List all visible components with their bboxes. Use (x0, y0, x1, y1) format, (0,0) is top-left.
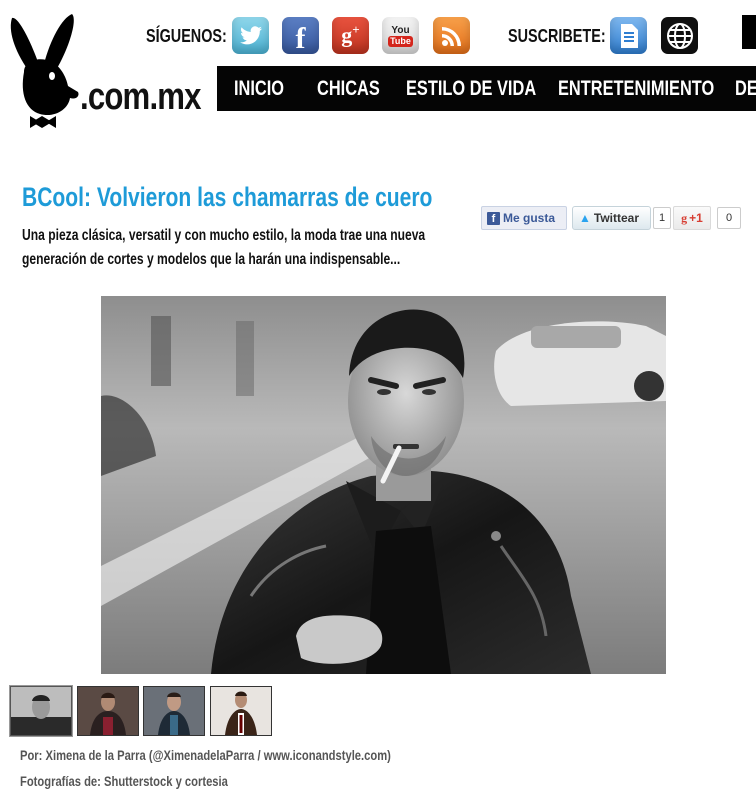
nav-item-more[interactable]: DE (735, 66, 756, 111)
google-plus-one-label: +1 (689, 211, 703, 225)
tweet-button[interactable]: ▲ Twittear (572, 206, 651, 230)
twitter-icon[interactable] (232, 17, 269, 54)
gallery-thumbnail-1[interactable] (10, 686, 72, 736)
photo-credit: Fotografías de: Shutterstock y cortesia (20, 773, 228, 789)
subscribe-label: SUSCRIBETE: (508, 26, 606, 46)
follow-label: SÍGUENOS: (146, 26, 227, 46)
facebook-like-button[interactable]: f Me gusta (481, 206, 567, 230)
tweet-label: Twittear (593, 211, 640, 225)
nav-item-entretenimiento[interactable]: ENTRETENIMIENTO (558, 66, 714, 111)
main-nav: INICIO CHICAS ESTILO DE VIDA ENTRETENIMI… (217, 66, 756, 111)
bunny-logo-icon (10, 14, 79, 128)
nav-item-inicio[interactable]: INICIO (234, 66, 284, 111)
facebook-like-icon: f (487, 211, 500, 225)
facebook-icon[interactable]: f (282, 17, 319, 55)
rss-icon[interactable] (433, 17, 470, 54)
gallery-thumbnail-2[interactable] (77, 686, 139, 736)
article-summary: Una pieza clásica, versatil y con mucho … (22, 227, 426, 268)
nav-item-estilo-de-vida[interactable]: ESTILO DE VIDA (406, 66, 536, 111)
logo-domain-text: .com.mx (80, 76, 202, 118)
web-icon[interactable] (661, 17, 698, 54)
gallery-thumbnail-4[interactable] (210, 686, 272, 736)
tweet-count: 1 (653, 207, 671, 229)
article-title[interactable]: BCool: Volvieron las chamarras de cuero (22, 182, 432, 213)
author-credit: Por: Ximena de la Parra (@XimenadelaParr… (20, 747, 391, 763)
nav-item-chicas[interactable]: CHICAS (317, 66, 380, 111)
header-corner-block (742, 15, 756, 49)
article-main-photo[interactable] (101, 296, 666, 674)
gallery-thumbnail-3[interactable] (143, 686, 205, 736)
google-plus-one-button[interactable]: g +1 (673, 206, 711, 230)
facebook-like-label: Me gusta (503, 211, 556, 225)
google-plus-count: 0 (717, 207, 741, 229)
twitter-bird-icon: ▲ (579, 211, 591, 225)
google-plus-icon-small: g (681, 210, 688, 225)
newsletter-icon[interactable] (610, 17, 647, 54)
youtube-icon[interactable]: You Tube (382, 17, 419, 54)
google-plus-icon[interactable]: g+ (332, 17, 369, 54)
